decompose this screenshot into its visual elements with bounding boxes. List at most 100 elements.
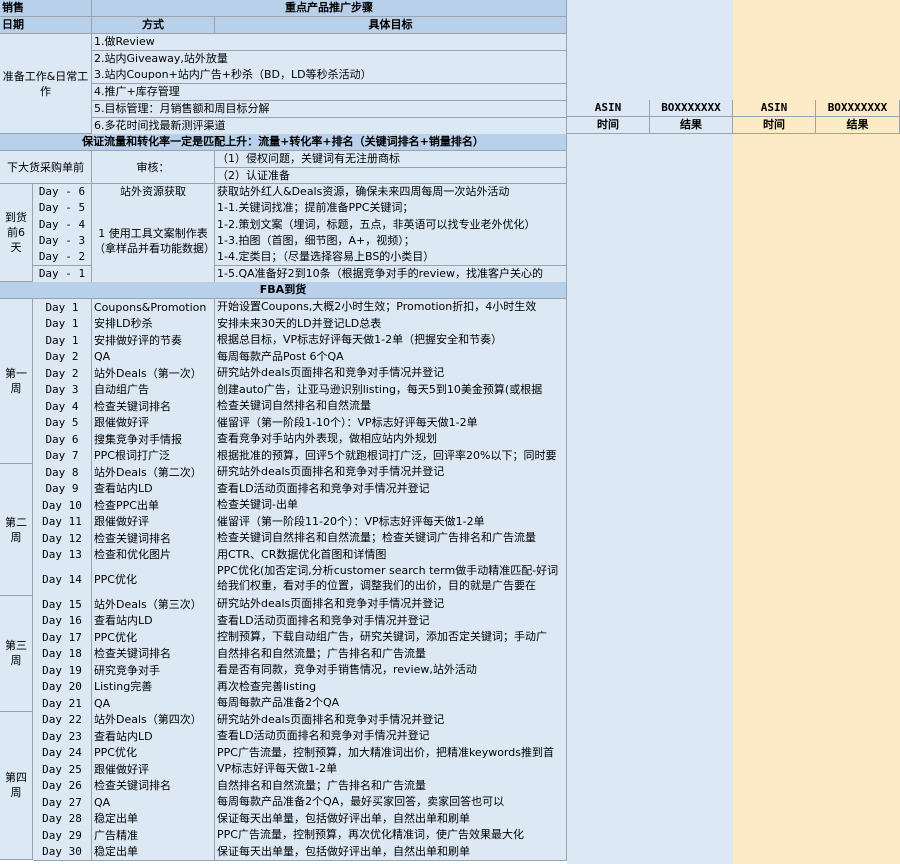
day-cell[interactable]: Day 3	[33, 381, 92, 399]
day-cell[interactable]: Day - 6	[33, 184, 92, 202]
goal-cell[interactable]: 催留评（第一阶段11-20个）：VP标志好评每天做1-2单	[215, 513, 567, 531]
goal-cell[interactable]: 创建auto广告，让亚马逊识别listing，每天5到10美金预算(或根据	[215, 381, 567, 399]
goal-cell[interactable]: 用CTR、CR数据优化首图和详情图	[215, 546, 567, 564]
method-cell[interactable]: 查看站内LD	[92, 612, 215, 630]
asin-cell[interactable]: BOXXXXXXX	[650, 100, 733, 117]
day-cell[interactable]: Day 26	[33, 777, 92, 795]
goal-cell[interactable]: 安排未来30天的LD并登记LD总表	[215, 315, 567, 333]
header-goal[interactable]: 具体目标	[215, 17, 567, 34]
goal-cell[interactable]: 查看竞争对手站内外表现，做相应站内外规划	[215, 431, 567, 449]
goal-cell[interactable]: 催留评（第一阶段1-10个）：VP标志好评每天做1-2单	[215, 414, 567, 432]
day-cell[interactable]: Day - 2	[33, 249, 92, 267]
day-cell[interactable]: Day 15	[33, 596, 92, 614]
method-cell[interactable]: 检查关键词排名	[92, 777, 215, 795]
day-cell[interactable]: Day 25	[33, 761, 92, 779]
day-cell[interactable]: Day - 5	[33, 200, 92, 218]
prep-label[interactable]: 准备工作&日常工作	[0, 34, 92, 134]
goal-cell[interactable]: 查看LD活动页面排名和竞争对手情况并登记	[215, 480, 567, 498]
day-cell[interactable]: Day 14	[33, 563, 92, 597]
method-cell[interactable]: 广告精准	[92, 827, 215, 845]
goal-cell[interactable]: 研究站外deals页面排名和竞争对手情况并登记	[215, 711, 567, 729]
goal-cell[interactable]: PPC优化(加否定词,分析customer search term做手动精准匹配…	[215, 563, 567, 597]
goal-cell[interactable]: 1-5.QA准备好2到10条（根据竞争对手的review，找准客户关心的	[215, 265, 567, 283]
method-cell[interactable]: 站外Deals（第二次）	[92, 464, 215, 482]
goal-cell[interactable]: 保证每天出单量，包括做好评出单，自然出单和刷单	[215, 843, 567, 861]
day-cell[interactable]: Day - 1	[33, 265, 92, 283]
prep-item[interactable]: 1.做Review	[92, 34, 567, 51]
method-cell[interactable]: 稳定出单	[92, 843, 215, 861]
strategy-banner[interactable]: 保证流量和转化率一定是匹配上升：流量+转化率+排名（关键词排名+销量排名）	[0, 134, 567, 151]
method-cell[interactable]: 站外Deals（第三次）	[92, 596, 215, 614]
day-cell[interactable]: Day 29	[33, 827, 92, 845]
goal-cell[interactable]: 查看LD活动页面排名和竞争对手情况并登记	[215, 612, 567, 630]
goal-cell[interactable]: 保证每天出单量，包括做好评出单，自然出单和刷单	[215, 810, 567, 828]
goal-cell[interactable]: 查看LD活动页面排名和竞争对手情况并登记	[215, 728, 567, 746]
day-cell[interactable]: Day 21	[33, 695, 92, 713]
result-header[interactable]: 结果	[650, 117, 733, 134]
method-cell[interactable]: 稳定出单	[92, 810, 215, 828]
day-cell[interactable]: Day 2	[33, 365, 92, 383]
method-cell[interactable]: 研究竞争对手	[92, 662, 215, 680]
method-cell[interactable]: 跟催做好评	[92, 513, 215, 531]
method-cell[interactable]: QA	[92, 695, 215, 713]
day-cell[interactable]: Day 30	[33, 843, 92, 861]
goal-cell[interactable]: 检查关键词自然排名和自然流量；检查关键词广告排名和广告流量	[215, 530, 567, 548]
prep-item[interactable]: 4.推广+库存管理	[92, 84, 567, 102]
method-cell[interactable]: 安排LD秒杀	[92, 315, 215, 333]
goal-cell[interactable]: 研究站外deals页面排名和竞争对手情况并登记	[215, 464, 567, 482]
day-cell[interactable]: Day 10	[33, 497, 92, 515]
prep-item[interactable]: 3.站内Coupon+站内广告+秒杀（BD，LD等秒杀活动）	[92, 67, 567, 85]
method-cell[interactable]: 搜集竞争对手情报	[92, 431, 215, 449]
time-header[interactable]: 时间	[567, 117, 650, 134]
method-cell[interactable]: PPC优化	[92, 629, 215, 647]
method-cell[interactable]: PPC优化	[92, 563, 215, 597]
method-cell[interactable]: Listing完善	[92, 678, 215, 696]
day-cell[interactable]: Day 22	[33, 711, 92, 729]
goal-cell[interactable]: 看是否有同款，竞争对手销售情况，review,站外活动	[215, 662, 567, 680]
method-cell[interactable]: 安排做好评的节奏	[92, 332, 215, 350]
goal-cell[interactable]: 1-1.关键词找准；提前准备PPC关键词；	[215, 200, 567, 218]
method-cell[interactable]: 检查关键词排名	[92, 398, 215, 416]
method-cell[interactable]: 站外资源获取	[92, 184, 215, 202]
day-cell[interactable]: Day 23	[33, 728, 92, 746]
day-cell[interactable]: Day 18	[33, 645, 92, 663]
method-cell[interactable]: QA	[92, 348, 215, 366]
method-cell[interactable]: 查看站内LD	[92, 480, 215, 498]
day-cell[interactable]: Day 2	[33, 348, 92, 366]
goal-cell[interactable]: 每周每款产品准备2个QA	[215, 695, 567, 713]
method-cell[interactable]: PPC根词打广泛	[92, 447, 215, 465]
method-cell[interactable]: PPC优化	[92, 744, 215, 762]
goal-cell[interactable]: 控制预算，下载自动组广告，研究关键词，添加否定关键词；手动广	[215, 629, 567, 647]
predelivery-line[interactable]: （1）侵权问题，关键词有无注册商标	[215, 151, 567, 168]
day-cell[interactable]: Day 17	[33, 629, 92, 647]
day-cell[interactable]: Day 7	[33, 447, 92, 465]
week-label[interactable]: 第二周	[0, 464, 33, 596]
day-cell[interactable]: Day 20	[33, 678, 92, 696]
goal-cell[interactable]: VP标志好评每天做1-2单	[215, 761, 567, 779]
goal-cell[interactable]: 自然排名和自然流量；广告排名和广告流量	[215, 645, 567, 663]
day-cell[interactable]: Day 6	[33, 431, 92, 449]
method-cell[interactable]: 站外Deals（第一次）	[92, 365, 215, 383]
predelivery-label[interactable]: 下大货采购单前	[0, 151, 92, 184]
goal-cell[interactable]: 检查关键词-出单	[215, 497, 567, 515]
day-cell[interactable]: Day 8	[33, 464, 92, 482]
goal-cell[interactable]: 再次检查完善listing	[215, 678, 567, 696]
week-label[interactable]: 第四周	[0, 711, 33, 860]
header-method[interactable]: 方式	[92, 17, 215, 34]
header-title[interactable]: 重点产品推广步骤	[92, 0, 567, 17]
fba-title[interactable]: FBA到货	[0, 282, 567, 299]
header-sales[interactable]: 销售	[0, 0, 92, 17]
day-cell[interactable]: Day 4	[33, 398, 92, 416]
goal-cell[interactable]: 1-3.拍图（首图，细节图，A+，视频）；	[215, 232, 567, 251]
day-cell[interactable]: Day 19	[33, 662, 92, 680]
goal-cell[interactable]: PPC广告流量，控制预算，再次优化精准词，使广告效果最大化	[215, 827, 567, 845]
day-cell[interactable]: Day 11	[33, 513, 92, 531]
method-cell[interactable]: 1 使用工具文案制作表（拿样品并看功能数据）	[92, 200, 215, 283]
method-cell[interactable]: 检查关键词排名	[92, 645, 215, 663]
goal-cell[interactable]: 1-2.策划文案（埋词，标题，五点，非英语可以找专业老外优化）	[215, 216, 567, 234]
asin-cell[interactable]: ASIN	[567, 100, 650, 117]
goal-cell[interactable]: 自然排名和自然流量；广告排名和广告流量	[215, 777, 567, 795]
day-cell[interactable]: Day 1	[33, 332, 92, 350]
day-cell[interactable]: Day 13	[33, 546, 92, 564]
method-cell[interactable]: 检查和优化图片	[92, 546, 215, 564]
